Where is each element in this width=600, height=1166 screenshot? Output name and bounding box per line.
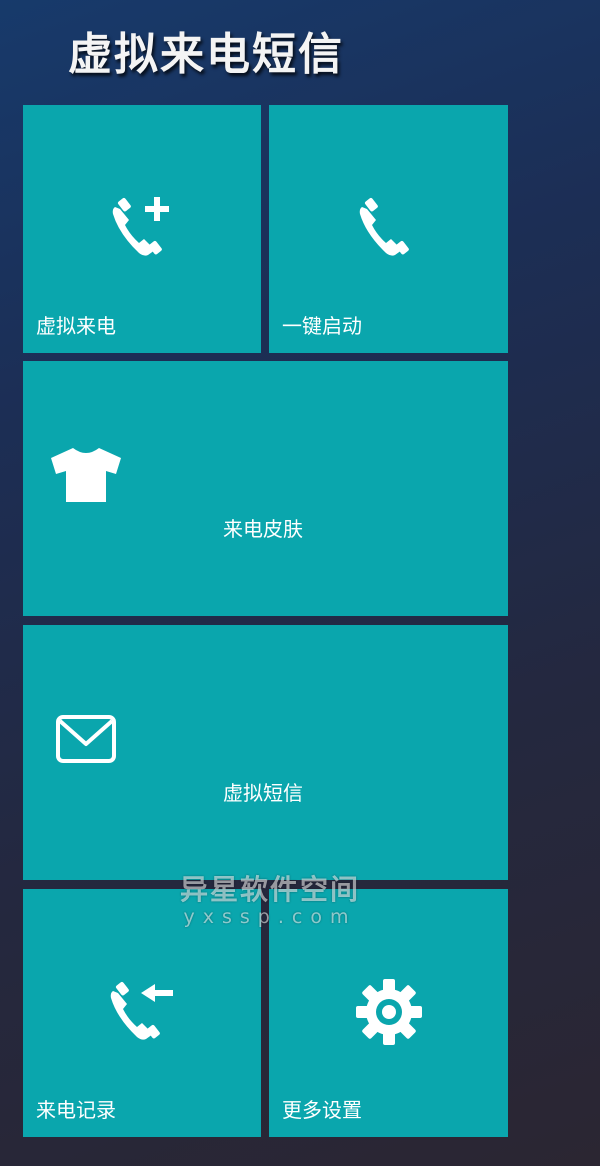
phone-incoming-icon xyxy=(109,981,175,1045)
fake-sms-label: 虚拟短信 xyxy=(223,781,303,805)
watermark-main: 异星软件空间 xyxy=(180,873,361,906)
fake-sms-tile[interactable]: 虚拟短信 xyxy=(23,625,508,880)
envelope-icon xyxy=(55,714,117,764)
app-title: 虚拟来电短信 xyxy=(68,29,344,80)
one-key-start-label: 一键启动 xyxy=(282,314,362,338)
fake-call-tile[interactable]: 虚拟来电 xyxy=(23,105,261,353)
tshirt-icon xyxy=(49,446,123,504)
fake-call-label: 虚拟来电 xyxy=(36,314,116,338)
one-key-start-tile[interactable]: 一键启动 xyxy=(269,105,508,353)
call-skin-label: 来电皮肤 xyxy=(223,517,303,541)
call-skin-tile[interactable]: 来电皮肤 xyxy=(23,361,508,616)
more-settings-label: 更多设置 xyxy=(282,1098,362,1122)
phone-add-icon xyxy=(111,197,173,261)
phone-icon xyxy=(358,197,420,261)
watermark-sub: yxssp.com xyxy=(183,906,357,928)
gear-icon xyxy=(355,978,423,1046)
watermark: 异星软件空间 yxssp.com xyxy=(180,868,360,928)
call-log-label: 来电记录 xyxy=(36,1098,116,1122)
